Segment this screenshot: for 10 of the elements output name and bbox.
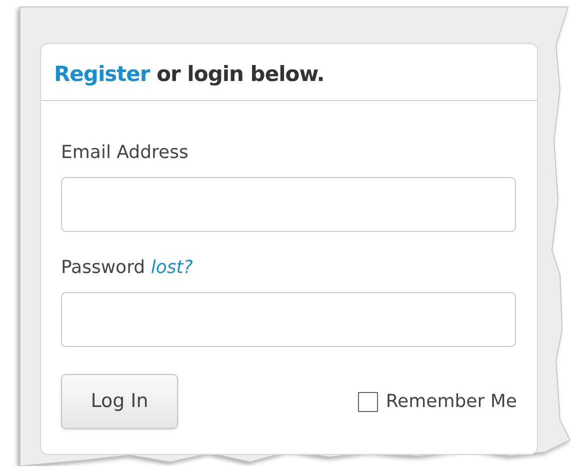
email-field[interactable] [61, 177, 516, 232]
field-label: Password lost? [61, 256, 194, 280]
register-link[interactable]: Register [54, 62, 150, 86]
lost-password-link[interactable]: lost? [150, 257, 193, 278]
login-button[interactable]: Log In [61, 374, 178, 429]
remember-checkbox[interactable] [358, 392, 378, 412]
remember-label: Remember Me [386, 390, 517, 414]
password-field[interactable] [61, 292, 516, 347]
field-label: Email Address [61, 141, 190, 165]
panel-heading: Register or login below. [41, 44, 537, 101]
